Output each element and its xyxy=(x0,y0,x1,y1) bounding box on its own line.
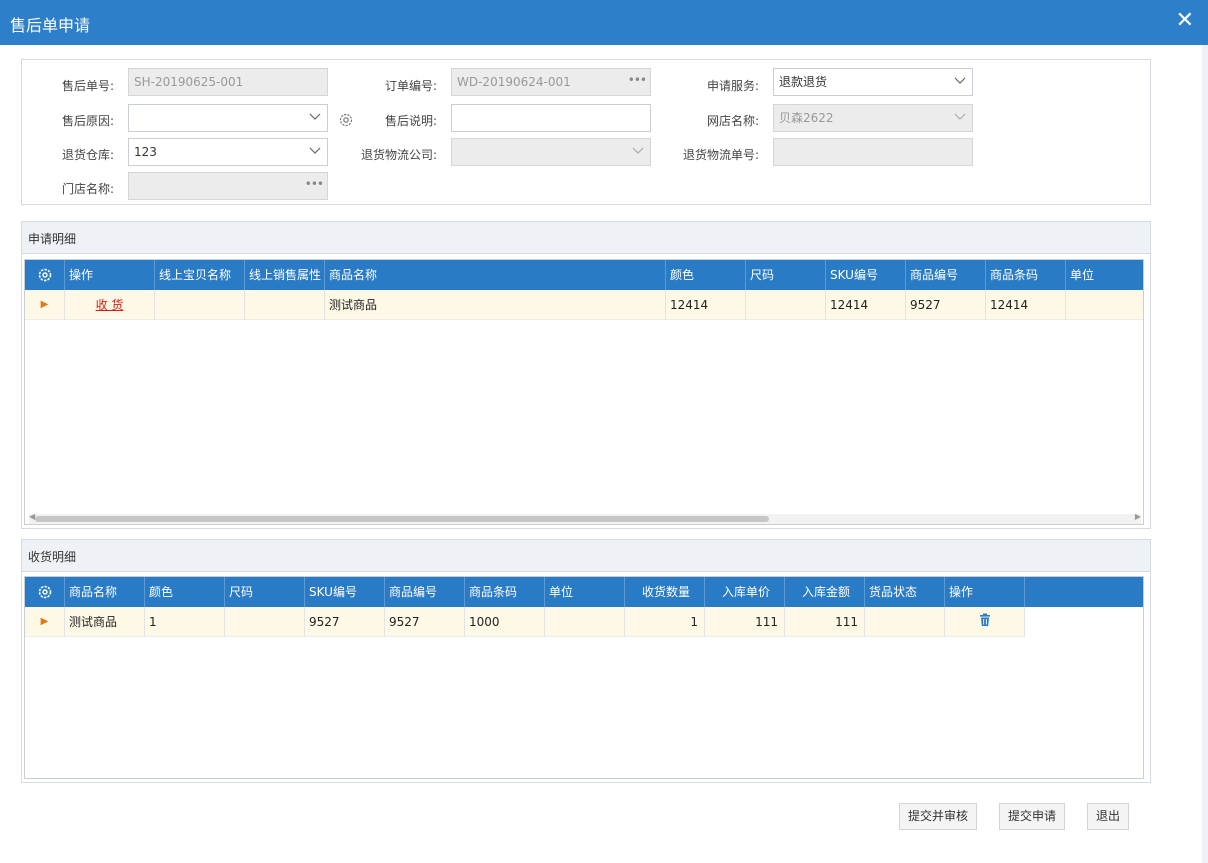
store-label: 门店名称: xyxy=(61,182,114,196)
warehouse-select[interactable]: 123 xyxy=(128,138,328,166)
horizontal-scrollbar[interactable]: ◀ ▶ xyxy=(29,512,1141,524)
service-select[interactable]: 退款退货 xyxy=(773,68,973,96)
after-sale-no-label: 售后单号: xyxy=(61,79,114,93)
receive-link[interactable]: 收 货 xyxy=(65,290,155,320)
cell-amount: 111 xyxy=(785,607,865,637)
col-header[interactable]: 尺码 xyxy=(746,260,826,290)
receive-detail-grid: 商品名称 颜色 尺码 SKU编号 商品编号 商品条码 单位 收货数量 入库单价 … xyxy=(24,576,1144,779)
apply-detail-section: 申请明细 操作 线上宝贝名称 线上销售属性 商品名称 颜色 尺码 SKU编号 商… xyxy=(21,221,1151,529)
col-header[interactable]: 入库单价 xyxy=(705,577,785,607)
col-header[interactable]: 商品条码 xyxy=(986,260,1066,290)
logistics-company-select xyxy=(451,138,651,166)
cell-action xyxy=(945,607,1025,637)
cell-status[interactable] xyxy=(865,607,945,637)
col-header[interactable]: 颜色 xyxy=(145,577,225,607)
cell-online-attr xyxy=(245,290,325,320)
submit-audit-button[interactable]: 提交并审核 xyxy=(899,803,977,830)
col-header[interactable]: 线上宝贝名称 xyxy=(155,260,245,290)
apply-detail-title: 申请明细 xyxy=(22,222,1150,254)
col-header[interactable]: 商品编号 xyxy=(906,260,986,290)
close-icon[interactable]: ✕ xyxy=(1176,9,1194,33)
cell-unit xyxy=(1066,290,1143,320)
cell-unit-price[interactable]: 111 xyxy=(705,607,785,637)
reason-select[interactable] xyxy=(128,104,328,132)
cell-sku: 9527 xyxy=(305,607,385,637)
cell-barcode: 12414 xyxy=(986,290,1066,320)
title-bar: 售后单申请 ✕ xyxy=(0,0,1208,45)
apply-detail-grid: 操作 线上宝贝名称 线上销售属性 商品名称 颜色 尺码 SKU编号 商品编号 商… xyxy=(24,259,1144,525)
service-label: 申请服务: xyxy=(706,79,759,93)
store-field[interactable]: ••• xyxy=(128,172,328,200)
right-edge xyxy=(1202,45,1208,863)
grid-settings-icon[interactable] xyxy=(25,577,65,607)
order-no-label: 订单编号: xyxy=(384,79,437,93)
col-header[interactable]: 收货数量 xyxy=(625,577,705,607)
grid-header: 商品名称 颜色 尺码 SKU编号 商品编号 商品条码 单位 收货数量 入库单价 … xyxy=(25,577,1143,607)
chevron-down-icon xyxy=(632,147,644,154)
cell-product-name: 测试商品 xyxy=(65,607,145,637)
logistics-no-label: 退货物流单号: xyxy=(682,148,759,162)
note-input[interactable] xyxy=(451,104,651,132)
cell-color: 12414 xyxy=(666,290,746,320)
cell-color: 1 xyxy=(145,607,225,637)
receive-detail-section: 收货明细 商品名称 颜色 尺码 SKU编号 商品编号 商品条码 单位 收货数量 … xyxy=(21,539,1151,783)
submit-button[interactable]: 提交申请 xyxy=(999,803,1065,830)
cell-product-name: 测试商品 xyxy=(325,290,666,320)
cell-unit xyxy=(545,607,625,637)
col-header[interactable]: 线上销售属性 xyxy=(245,260,325,290)
row-indicator-icon: ▶ xyxy=(25,607,65,637)
order-no-field[interactable]: WD-20190624-001 ••• xyxy=(451,68,651,96)
col-header[interactable]: 商品编号 xyxy=(385,577,465,607)
col-header[interactable]: 尺码 xyxy=(225,577,305,607)
chevron-down-icon xyxy=(954,77,966,84)
cell-product-no: 9527 xyxy=(906,290,986,320)
cell-barcode: 1000 xyxy=(465,607,545,637)
more-icon[interactable]: ••• xyxy=(305,171,324,197)
cell-sku: 12414 xyxy=(826,290,906,320)
col-header[interactable]: 操作 xyxy=(65,260,155,290)
after-sale-no-field: SH-20190625-001 xyxy=(128,68,328,96)
scrollbar-thumb[interactable] xyxy=(35,516,769,522)
note-label: 售后说明: xyxy=(384,114,437,128)
col-header[interactable]: 单位 xyxy=(1066,260,1143,290)
table-row[interactable]: ▶ 收 货 测试商品 12414 12414 9527 12414 xyxy=(25,290,1143,320)
more-icon[interactable]: ••• xyxy=(628,67,647,93)
warehouse-label: 退货仓库: xyxy=(61,148,114,162)
cell-online-name xyxy=(155,290,245,320)
chevron-down-icon xyxy=(309,147,321,154)
cell-size xyxy=(225,607,305,637)
receive-detail-title: 收货明细 xyxy=(22,540,1150,572)
table-row[interactable]: ▶ 测试商品 1 9527 9527 1000 1 111 111 xyxy=(25,607,1025,637)
shop-label: 网店名称: xyxy=(706,114,759,128)
reason-label: 售后原因: xyxy=(61,114,114,128)
col-header[interactable]: 商品名称 xyxy=(325,260,666,290)
col-header[interactable]: 颜色 xyxy=(666,260,746,290)
grid-header: 操作 线上宝贝名称 线上销售属性 商品名称 颜色 尺码 SKU编号 商品编号 商… xyxy=(25,260,1143,290)
exit-button[interactable]: 退出 xyxy=(1087,803,1129,830)
trash-icon[interactable] xyxy=(978,613,992,627)
scroll-right-icon[interactable]: ▶ xyxy=(1135,512,1141,521)
col-header[interactable]: 单位 xyxy=(545,577,625,607)
form-panel: 售后单号: SH-20190625-001 订单编号: WD-20190624-… xyxy=(21,59,1151,205)
col-header[interactable]: SKU编号 xyxy=(826,260,906,290)
grid-settings-icon[interactable] xyxy=(25,260,65,290)
shop-select: 贝森2622 xyxy=(773,104,973,132)
col-header[interactable]: SKU编号 xyxy=(305,577,385,607)
col-header[interactable]: 入库金额 xyxy=(785,577,865,607)
col-header[interactable]: 货品状态 xyxy=(865,577,945,607)
logistics-no-field xyxy=(773,138,973,166)
window-title: 售后单申请 xyxy=(10,16,91,35)
col-header[interactable]: 商品条码 xyxy=(465,577,545,607)
chevron-down-icon xyxy=(954,113,966,120)
row-indicator-icon: ▶ xyxy=(25,290,65,320)
chevron-down-icon xyxy=(309,113,321,120)
cell-size xyxy=(746,290,826,320)
cell-qty[interactable]: 1 xyxy=(625,607,705,637)
col-header[interactable]: 商品名称 xyxy=(65,577,145,607)
logistics-company-label: 退货物流公司: xyxy=(360,148,437,162)
cell-product-no: 9527 xyxy=(385,607,465,637)
col-header[interactable]: 操作 xyxy=(945,577,1025,607)
